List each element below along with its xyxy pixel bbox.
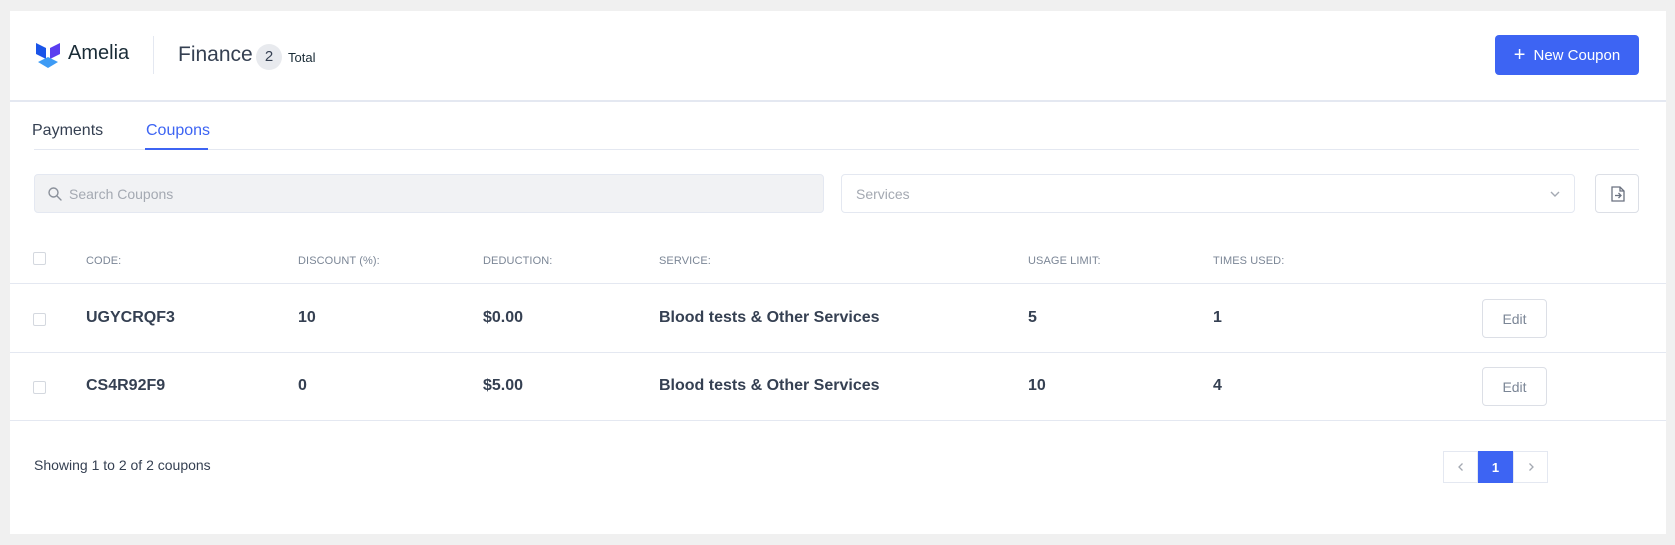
row-checkbox[interactable] [33,381,46,394]
coupon-deduction: $0.00 [483,309,524,326]
header-divider [153,36,154,74]
column-header-times-used: TIMES USED: [1213,255,1285,267]
pagination-summary: Showing 1 to 2 of 2 coupons [34,457,211,473]
coupon-usage-limit: 5 [1028,309,1037,326]
plus-icon: + [1513,44,1526,66]
coupon-times-used: 4 [1213,377,1222,394]
new-coupon-button[interactable]: + New Coupon [1495,35,1639,75]
page-button-1[interactable]: 1 [1478,451,1513,483]
column-header-service: SERVICE: [659,255,711,267]
search-box [34,174,824,213]
row-divider [10,352,1666,353]
coupon-discount: 10 [298,309,316,326]
chevron-right-icon [1528,463,1534,471]
search-input[interactable] [67,175,817,212]
export-icon [1611,186,1625,202]
total-count-badge: 2 [256,44,282,70]
services-placeholder: Services [856,186,910,202]
active-tab-indicator [145,148,208,150]
table-header-divider [10,283,1666,284]
search-icon [48,187,62,201]
coupon-service: Blood tests & Other Services [659,309,880,326]
row-checkbox[interactable] [33,313,46,326]
export-button[interactable] [1595,174,1639,213]
prev-page-button[interactable] [1443,451,1478,483]
row-divider [10,420,1666,421]
page-header: Amelia Finance 2 Total + New Coupon [10,11,1666,102]
tab-coupons[interactable]: Coupons [146,122,210,140]
new-coupon-label: New Coupon [1533,46,1621,64]
brand-name: Amelia [68,42,130,64]
coupon-service: Blood tests & Other Services [659,377,880,394]
column-header-usage-limit: USAGE LIMIT: [1028,255,1101,267]
select-all-checkbox[interactable] [33,252,46,265]
column-header-code: CODE: [86,255,122,267]
column-header-deduction: DEDUCTION: [483,255,553,267]
finance-panel: Amelia Finance 2 Total + New Coupon Paym… [10,11,1666,534]
coupon-code: CS4R92F9 [86,377,166,394]
page-title: Finance [178,43,253,66]
chevron-left-icon [1457,463,1463,471]
next-page-button[interactable] [1513,451,1548,483]
coupon-discount: 0 [298,377,307,394]
tabs-divider [34,149,1639,150]
edit-button[interactable]: Edit [1482,299,1547,338]
total-label: Total [288,50,316,65]
services-select[interactable]: Services [841,174,1575,213]
coupon-usage-limit: 10 [1028,377,1046,394]
chevron-down-icon [1550,191,1560,197]
edit-button[interactable]: Edit [1482,367,1547,406]
tab-payments[interactable]: Payments [32,122,103,140]
coupon-deduction: $5.00 [483,377,524,394]
pagination: 1 [1443,451,1548,483]
amelia-logo-icon [36,43,60,68]
coupon-times-used: 1 [1213,309,1222,326]
column-header-discount: DISCOUNT (%): [298,255,380,267]
coupon-code: UGYCRQF3 [86,309,175,326]
